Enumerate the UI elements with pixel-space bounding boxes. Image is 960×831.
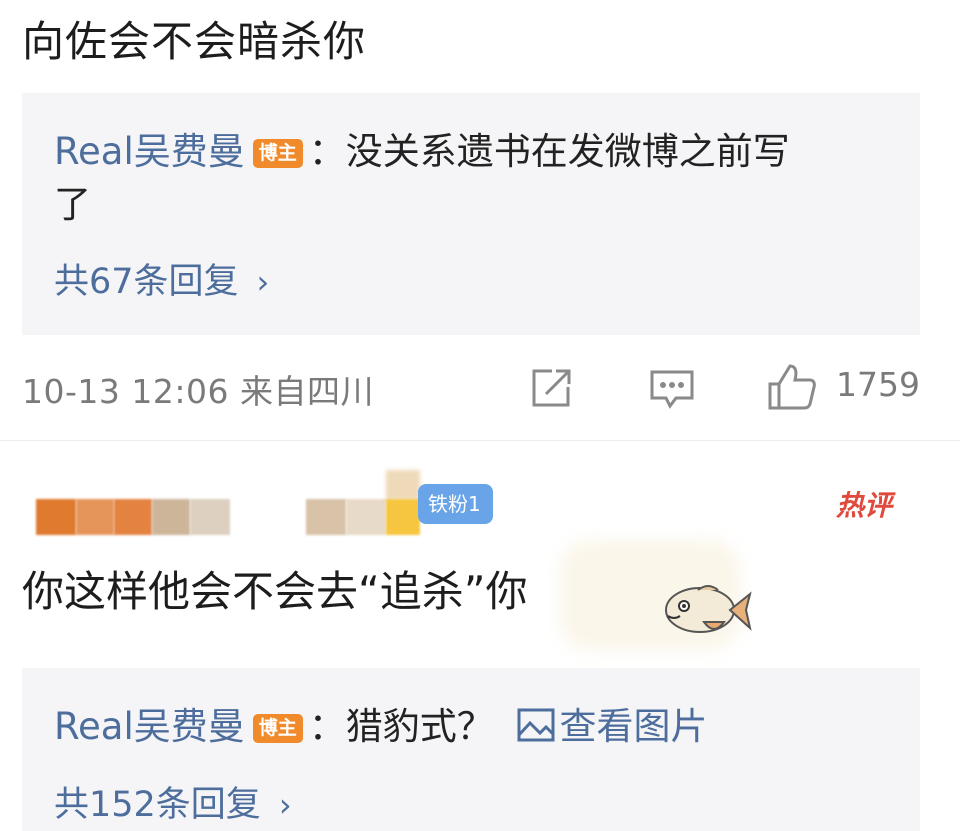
fish-sticker-icon: [660, 578, 752, 646]
reply-text: 猎豹式？: [345, 705, 494, 748]
reply-separator: ：: [308, 130, 346, 173]
image-icon: [516, 704, 556, 757]
fan-level-badge: 铁粉1: [418, 484, 493, 524]
view-image-label: 查看图片: [559, 705, 708, 748]
comment-icon[interactable]: [648, 368, 696, 416]
like-count: 1759: [836, 365, 920, 404]
reply-text: 没关系遗书在发微博之前写: [345, 130, 790, 173]
more-replies-label: 共152条回复: [54, 785, 261, 825]
comment-meta: 10-13 12:06 来自四川: [22, 372, 374, 411]
hot-comment-tag: 热评: [836, 489, 893, 522]
reply-preview-box[interactable]: Real吴费曼 博主 ：猎豹式？ 查看图片 共152条回复 ›: [22, 668, 920, 831]
like-icon[interactable]: [766, 362, 818, 416]
reply-username[interactable]: Real吴费曼: [54, 130, 245, 173]
comment-text: 向佐会不会暗杀你: [22, 17, 367, 66]
blurred-username: [36, 499, 236, 535]
reply-username[interactable]: Real吴费曼: [54, 705, 245, 748]
reply-preview-box[interactable]: Real吴费曼 博主 ：没关系遗书在发微博之前写 了 共67条回复 ›: [22, 93, 920, 335]
comment-text: 你这样他会不会去“追杀”你: [22, 567, 528, 616]
author-badge: 博主: [252, 139, 303, 168]
chevron-right-icon: ›: [256, 263, 270, 301]
author-badge: 博主: [252, 714, 303, 743]
share-icon[interactable]: [528, 366, 574, 414]
blurred-user-badge: [306, 470, 426, 536]
reply-separator: ：: [308, 705, 346, 748]
view-image-link[interactable]: 查看图片: [516, 705, 708, 748]
reply-content: Real吴费曼 博主 ：猎豹式？ 查看图片: [54, 700, 914, 757]
reply-content: Real吴费曼 博主 ：没关系遗书在发微博之前写 了: [54, 125, 904, 231]
chevron-right-icon: ›: [278, 786, 292, 824]
more-replies-label: 共67条回复: [54, 262, 239, 302]
reply-text-continued: 了: [54, 183, 91, 226]
divider: [0, 440, 960, 441]
more-replies-link[interactable]: 共152条回复 ›: [54, 776, 292, 827]
more-replies-link[interactable]: 共67条回复 ›: [54, 253, 269, 304]
